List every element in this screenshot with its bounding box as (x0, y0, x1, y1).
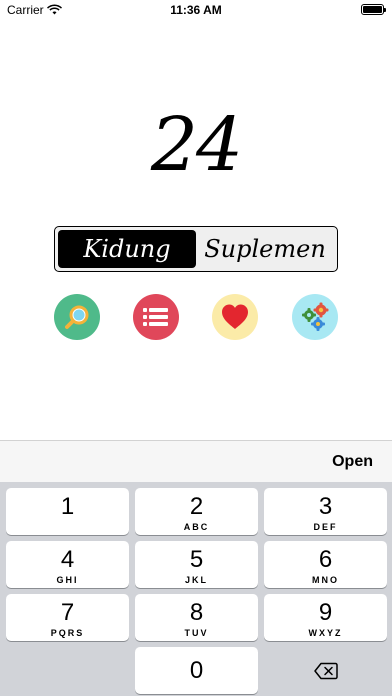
status-time: 11:36 AM (170, 3, 222, 17)
key-4[interactable]: 4 GHI (6, 541, 129, 588)
key-letters: DEF (313, 522, 338, 532)
key-5[interactable]: 5 JKL (135, 541, 258, 588)
key-digit: 8 (189, 599, 204, 626)
key-digit: 7 (60, 599, 75, 626)
key-digit: 1 (60, 493, 75, 520)
keyboard-accessory-bar: Open (0, 440, 392, 482)
search-icon (65, 305, 89, 329)
key-digit: 3 (318, 493, 333, 520)
key-0[interactable]: 0 (135, 647, 258, 694)
settings-gears-icon (302, 302, 329, 331)
number-keypad: 1 2 ABC 3 DEF 4 GHI 5 JKL 6 MNO 7 PQRS 8… (0, 482, 392, 696)
battery-icon (361, 4, 386, 15)
hymn-number-display: 24 (150, 102, 243, 188)
open-button[interactable]: Open (332, 453, 373, 471)
key-letters: PQRS (50, 628, 85, 638)
key-digit: 9 (318, 599, 333, 626)
key-3[interactable]: 3 DEF (264, 488, 387, 535)
key-digit: 5 (189, 546, 204, 573)
segment-suplemen[interactable]: Suplemen (196, 230, 334, 268)
key-6[interactable]: 6 MNO (264, 541, 387, 588)
key-letters: TUV (184, 628, 209, 638)
key-letters: MNO (312, 575, 339, 585)
favorites-button[interactable] (212, 294, 258, 340)
key-8[interactable]: 8 TUV (135, 594, 258, 641)
key-7[interactable]: 7 PQRS (6, 594, 129, 641)
settings-button[interactable] (292, 294, 338, 340)
key-9[interactable]: 9 WXYZ (264, 594, 387, 641)
heart-icon (222, 304, 248, 329)
segment-kidung[interactable]: Kidung (58, 230, 196, 268)
delete-key[interactable] (264, 647, 387, 694)
key-digit: 2 (189, 493, 204, 520)
key-letters: GHI (56, 575, 79, 585)
key-letters: WXYZ (308, 628, 343, 638)
key-letters: JKL (184, 575, 208, 585)
key-digit: 6 (318, 546, 333, 573)
list-button[interactable] (133, 294, 179, 340)
status-bar: Carrier 11:36 AM (0, 0, 392, 22)
backspace-icon (313, 662, 338, 679)
search-button[interactable] (54, 294, 100, 340)
key-1[interactable]: 1 (6, 488, 129, 535)
hymnbook-segmented-control: Kidung Suplemen (54, 226, 338, 272)
list-icon (143, 308, 168, 326)
key-digit: 0 (189, 657, 204, 684)
key-digit: 4 (60, 546, 75, 573)
key-2[interactable]: 2 ABC (135, 488, 258, 535)
key-letters: ABC (183, 522, 210, 532)
